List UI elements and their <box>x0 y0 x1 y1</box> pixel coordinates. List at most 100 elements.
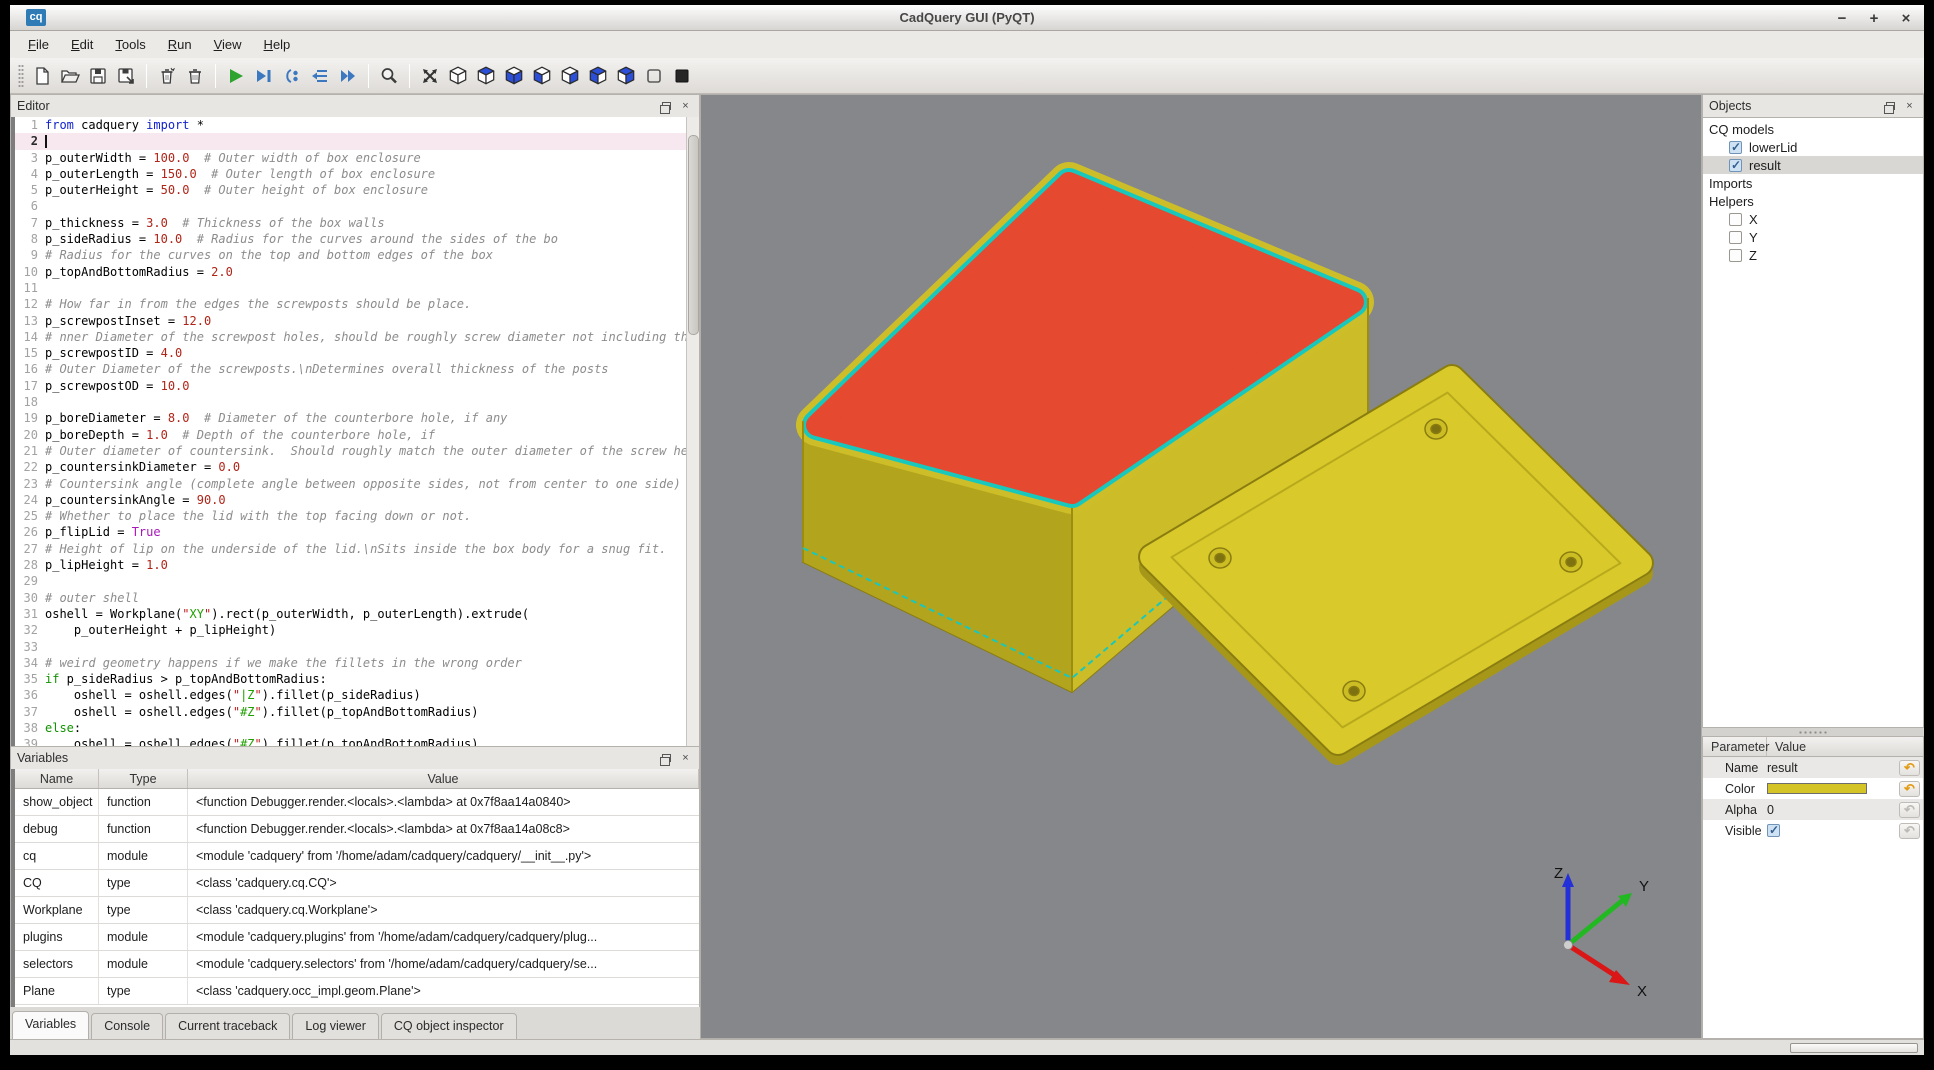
objects-float-icon[interactable] <box>1883 99 1898 113</box>
param-row-alpha[interactable]: Alpha0↶ <box>1703 799 1923 820</box>
variables-float-icon[interactable] <box>659 751 674 765</box>
view-bottom-button[interactable] <box>500 62 528 90</box>
code-line-6[interactable]: 6 <box>15 198 699 214</box>
checkbox-lowerlid[interactable] <box>1729 141 1742 154</box>
panel-splitter[interactable] <box>1702 728 1924 736</box>
code-line-13[interactable]: 13p_screwpostInset = 12.0 <box>15 313 699 329</box>
code-line-14[interactable]: 14# nner Diameter of the screwpost holes… <box>15 329 699 345</box>
code-line-24[interactable]: 24p_countersinkAngle = 90.0 <box>15 492 699 508</box>
code-line-31[interactable]: 31oshell = Workplane("XY").rect(p_outerW… <box>15 606 699 622</box>
save-button[interactable] <box>84 62 112 90</box>
checkbox-z[interactable] <box>1729 249 1742 262</box>
code-line-36[interactable]: 36 oshell = oshell.edges("|Z").fillet(p_… <box>15 687 699 703</box>
debug-script-button[interactable] <box>250 62 278 90</box>
maximize-button[interactable]: + <box>1866 10 1882 27</box>
code-line-33[interactable]: 33 <box>15 639 699 655</box>
code-line-32[interactable]: 32 p_outerHeight + p_lipHeight) <box>15 622 699 638</box>
view-front-button[interactable] <box>528 62 556 90</box>
menu-view[interactable]: View <box>204 34 252 55</box>
variable-row-selectors[interactable]: selectorsmodule<module 'cadquery.selecto… <box>15 951 699 978</box>
editor-close-icon[interactable]: × <box>678 99 693 113</box>
fit-view-button[interactable] <box>416 62 444 90</box>
tab-console[interactable]: Console <box>91 1013 163 1039</box>
close-button[interactable]: × <box>1898 10 1914 27</box>
undo-icon[interactable]: ↶ <box>1899 802 1920 818</box>
code-line-30[interactable]: 30# outer shell <box>15 590 699 606</box>
visible-checkbox[interactable] <box>1767 824 1780 837</box>
view-left-button[interactable] <box>584 62 612 90</box>
run-script-button[interactable] <box>222 62 250 90</box>
code-line-22[interactable]: 22p_countersinkDiameter = 0.0 <box>15 459 699 475</box>
delete-all-button[interactable] <box>181 62 209 90</box>
tab-cq-object-inspector[interactable]: CQ object inspector <box>381 1013 517 1039</box>
param-row-visible[interactable]: Visible↶ <box>1703 820 1923 841</box>
menu-help[interactable]: Help <box>254 34 301 55</box>
step-list-button[interactable] <box>306 62 334 90</box>
code-line-8[interactable]: 8p_sideRadius = 10.0 # Radius for the cu… <box>15 231 699 247</box>
3d-viewport[interactable]: Z Y X <box>700 94 1702 1039</box>
menu-edit[interactable]: Edit <box>61 34 103 55</box>
code-line-20[interactable]: 20p_boreDepth = 1.0 # Depth of the count… <box>15 427 699 443</box>
code-line-9[interactable]: 9# Radius for the curves on the top and … <box>15 247 699 263</box>
save-as-button[interactable] <box>112 62 140 90</box>
editor-scrollbar[interactable] <box>686 117 699 746</box>
code-line-38[interactable]: 38else: <box>15 720 699 736</box>
variables-close-icon[interactable]: × <box>678 751 693 765</box>
variable-row-CQ[interactable]: CQtype<class 'cadquery.cq.CQ'> <box>15 870 699 897</box>
tab-variables[interactable]: Variables <box>12 1011 89 1039</box>
code-line-28[interactable]: 28p_lipHeight = 1.0 <box>15 557 699 573</box>
code-line-26[interactable]: 26p_flipLid = True <box>15 524 699 540</box>
code-line-16[interactable]: 16# Outer Diameter of the screwposts.\nD… <box>15 361 699 377</box>
code-line-35[interactable]: 35if p_sideRadius > p_topAndBottomRadius… <box>15 671 699 687</box>
minimize-button[interactable]: − <box>1834 10 1850 27</box>
menu-run[interactable]: Run <box>158 34 202 55</box>
toolbar-drag-handle[interactable] <box>18 64 24 88</box>
code-line-1[interactable]: 1from cadquery import * <box>15 117 699 133</box>
tab-log-viewer[interactable]: Log viewer <box>292 1013 378 1039</box>
code-line-21[interactable]: 21# Outer diameter of countersink. Shoul… <box>15 443 699 459</box>
checkbox-x[interactable] <box>1729 213 1742 226</box>
view-back-button[interactable] <box>556 62 584 90</box>
open-file-button[interactable] <box>56 62 84 90</box>
view-iso-button[interactable] <box>444 62 472 90</box>
param-col-header[interactable]: Parameter <box>1703 737 1767 756</box>
value-col-header[interactable]: Value <box>1767 737 1806 756</box>
code-line-12[interactable]: 12# How far in from the edges the screwp… <box>15 296 699 312</box>
code-line-34[interactable]: 34# weird geometry happens if we make th… <box>15 655 699 671</box>
menu-file[interactable]: File <box>18 34 59 55</box>
view-right-button[interactable] <box>612 62 640 90</box>
code-line-7[interactable]: 7p_thickness = 3.0 # Thickness of the bo… <box>15 215 699 231</box>
tree-item-y[interactable]: Y <box>1703 228 1923 246</box>
code-line-2[interactable]: 2 <box>15 133 699 149</box>
menu-tools[interactable]: Tools <box>105 34 155 55</box>
param-row-name[interactable]: Nameresult↶ <box>1703 757 1923 778</box>
undo-icon[interactable]: ↶ <box>1899 760 1920 776</box>
code-line-15[interactable]: 15p_screwpostID = 4.0 <box>15 345 699 361</box>
delete-render-button[interactable] <box>153 62 181 90</box>
shaded-mode-button[interactable] <box>668 62 696 90</box>
objects-close-icon[interactable]: × <box>1902 99 1917 113</box>
code-line-5[interactable]: 5p_outerHeight = 50.0 # Outer height of … <box>15 182 699 198</box>
code-line-18[interactable]: 18 <box>15 394 699 410</box>
zoom-search-button[interactable] <box>375 62 403 90</box>
code-line-27[interactable]: 27# Height of lip on the underside of th… <box>15 541 699 557</box>
undo-icon[interactable]: ↶ <box>1899 781 1920 797</box>
variable-row-debug[interactable]: debugfunction<function Debugger.render.<… <box>15 816 699 843</box>
variable-row-Workplane[interactable]: Workplanetype<class 'cadquery.cq.Workpla… <box>15 897 699 924</box>
code-editor[interactable]: 1from cadquery import *23p_outerWidth = … <box>11 117 699 746</box>
code-line-23[interactable]: 23# Countersink angle (complete angle be… <box>15 476 699 492</box>
tab-current-traceback[interactable]: Current traceback <box>165 1013 290 1039</box>
code-line-29[interactable]: 29 <box>15 573 699 589</box>
code-line-3[interactable]: 3p_outerWidth = 100.0 # Outer width of b… <box>15 150 699 166</box>
variable-row-Plane[interactable]: Planetype<class 'cadquery.occ_impl.geom.… <box>15 978 699 1005</box>
undo-icon[interactable]: ↶ <box>1899 823 1920 839</box>
code-line-19[interactable]: 19p_boreDiameter = 8.0 # Diameter of the… <box>15 410 699 426</box>
wireframe-mode-button[interactable] <box>640 62 668 90</box>
status-scrollbar[interactable] <box>1790 1043 1918 1053</box>
editor-float-icon[interactable] <box>659 99 674 113</box>
variable-row-cq[interactable]: cqmodule<module 'cadquery' from '/home/a… <box>15 843 699 870</box>
tree-item-result[interactable]: result <box>1703 156 1923 174</box>
tree-item-cq-models[interactable]: CQ models <box>1703 120 1923 138</box>
color-swatch[interactable] <box>1767 783 1867 794</box>
view-top-button[interactable] <box>472 62 500 90</box>
